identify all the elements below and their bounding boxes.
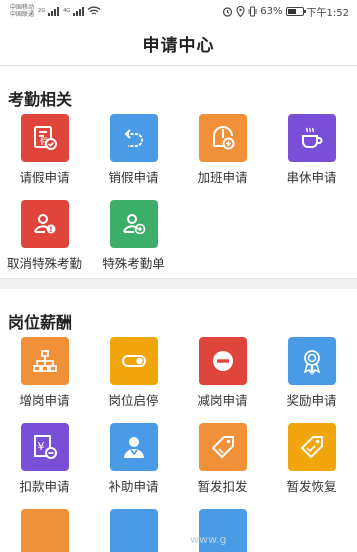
tile-partial — [109, 509, 158, 552]
tile — [198, 114, 247, 162]
svg-text:¥: ¥ — [37, 440, 44, 453]
tile — [287, 114, 336, 162]
app-label: 岗位启停 — [108, 393, 159, 408]
app-special-attendance-form[interactable]: 特殊考勤单 — [89, 200, 178, 272]
app-deduction-request[interactable]: ¥ 扣款申请 — [0, 423, 89, 495]
app-label: 特殊考勤单 — [102, 256, 165, 271]
carrier-names: 中国移动 中国联通 — [10, 4, 34, 18]
section-divider — [0, 278, 357, 289]
app-overtime-request[interactable]: 加班申请 — [178, 114, 267, 186]
app-grid: 增岗申请 岗位启停 减岗申请 奖励申请 ¥ 扣款申请 补助申请 暂发扣发 暂发恢… — [0, 337, 357, 552]
app-subsidy-request[interactable]: 补助申请 — [89, 423, 178, 495]
tag-icon — [211, 436, 234, 459]
app-suspend-payment[interactable]: 暂发扣发 — [178, 423, 267, 495]
app-label: 销假申请 — [108, 170, 159, 185]
tile — [109, 114, 158, 162]
app-partial-2[interactable] — [89, 509, 178, 552]
signal-icon-2 — [73, 6, 85, 16]
undo-icon — [124, 129, 143, 147]
tile — [20, 337, 69, 385]
app-cancel-leave[interactable]: 销假申请 — [89, 114, 178, 186]
page-title: 申请中心 — [142, 36, 215, 56]
section-attendance: 考勤相关 假 请假申请 销假申请 加班申请 串休申请 取消特殊考勤 特殊考勤单 — [0, 66, 357, 278]
subsidy-icon — [123, 437, 144, 458]
leave-icon: 假 — [33, 126, 57, 150]
wifi-icon — [87, 6, 101, 15]
app-partial-1[interactable] — [0, 509, 89, 552]
app-label: 奖励申请 — [286, 393, 337, 408]
network-type-2: 4G — [63, 8, 71, 14]
app-label: 请假申请 — [19, 170, 70, 185]
tile-partial — [20, 509, 69, 552]
toggle-icon — [121, 355, 146, 367]
section-position-salary: 岗位薪酬 增岗申请 岗位启停 减岗申请 奖励申请 ¥ 扣款申请 补助申请 暂发扣… — [0, 289, 357, 552]
award-icon — [303, 350, 320, 375]
app-position-toggle[interactable]: 岗位启停 — [89, 337, 178, 409]
app-reduce-position[interactable]: 减岗申请 — [178, 337, 267, 409]
clock-add-icon — [212, 126, 234, 150]
coffee-icon — [301, 127, 322, 148]
app-label: 暂发恢复 — [286, 479, 337, 494]
tile — [109, 200, 158, 248]
tile — [198, 337, 247, 385]
app-label: 加班申请 — [197, 170, 248, 185]
alarm-icon — [223, 6, 233, 17]
carrier-1: 中国移动 — [10, 4, 35, 11]
battery-percent: 63% — [260, 5, 283, 17]
tag-restore-icon — [300, 436, 323, 459]
app-label: 补助申请 — [108, 479, 159, 494]
app-label: 取消特殊考勤 — [6, 256, 82, 271]
status-right: 63% 下午1:52 — [222, 4, 349, 19]
org-chart-icon — [32, 350, 57, 372]
app-add-position[interactable]: 增岗申请 — [0, 337, 89, 409]
app-shift-swap[interactable]: 串休申请 — [267, 114, 356, 186]
tile — [287, 423, 336, 471]
app-label: 扣款申请 — [19, 479, 70, 494]
tile — [287, 337, 336, 385]
app-label: 减岗申请 — [197, 393, 248, 408]
tile: 假 — [20, 114, 69, 162]
app-label: 增岗申请 — [19, 393, 70, 408]
status-time: 下午1:52 — [306, 7, 349, 19]
tile — [20, 200, 69, 248]
app-leave-request[interactable]: 假 请假申请 — [0, 114, 89, 186]
carrier-2: 中国联通 — [10, 11, 35, 18]
status-bar: 中国移动 中国联通 2G 4G 63% 下午1:52 — [0, 0, 357, 22]
tile — [109, 423, 158, 471]
location-icon — [236, 5, 245, 17]
watermark: www.g — [190, 533, 227, 546]
network-type-1: 2G — [38, 8, 46, 14]
app-reward-request[interactable]: 奖励申请 — [267, 337, 356, 409]
signal-icon — [48, 6, 60, 16]
title-bar: 申请中心 — [0, 22, 357, 66]
deduct-icon: ¥ — [33, 435, 57, 459]
section-title: 岗位薪酬 — [8, 313, 73, 332]
tile — [198, 423, 247, 471]
user-cancel-icon — [33, 214, 55, 234]
tile: ¥ — [20, 423, 69, 471]
app-cancel-special-attendance[interactable]: 取消特殊考勤 — [0, 200, 89, 272]
app-label: 串休申请 — [286, 170, 337, 185]
tile — [109, 337, 158, 385]
status-left: 中国移动 中国联通 2G 4G — [10, 4, 101, 18]
app-grid: 假 请假申请 销假申请 加班申请 串休申请 取消特殊考勤 特殊考勤单 — [0, 114, 357, 272]
section-title: 考勤相关 — [8, 90, 73, 109]
app-label: 暂发扣发 — [197, 479, 248, 494]
vibrate-icon — [248, 6, 257, 16]
app-resume-payment[interactable]: 暂发恢复 — [267, 423, 356, 495]
user-add-icon — [122, 214, 145, 235]
battery-icon — [285, 6, 306, 16]
minus-circle-icon — [212, 351, 233, 371]
